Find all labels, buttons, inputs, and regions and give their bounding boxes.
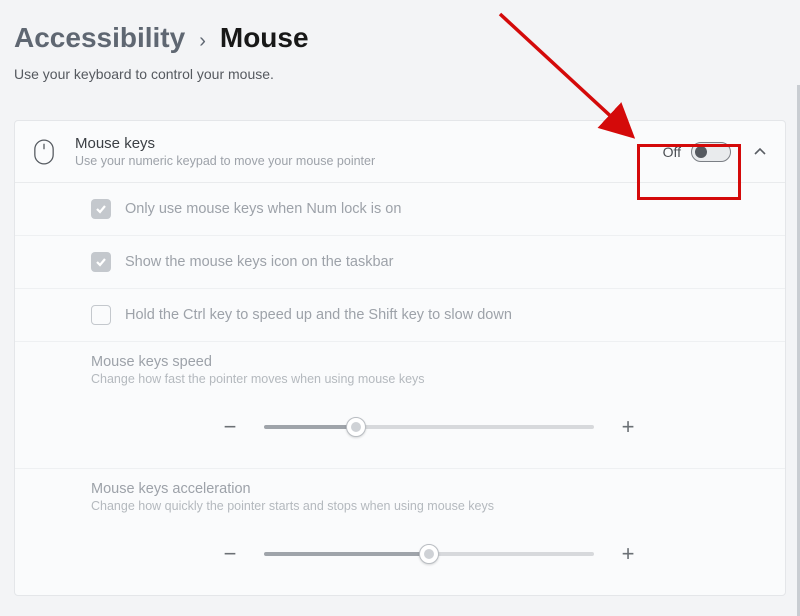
speed-description: Change how fast the pointer moves when u… xyxy=(91,372,767,386)
mouse-keys-title: Mouse keys xyxy=(75,135,663,152)
option-taskbar-label: Show the mouse keys icon on the taskbar xyxy=(125,254,393,270)
breadcrumb-parent[interactable]: Accessibility xyxy=(14,22,185,54)
accel-minus-button[interactable]: − xyxy=(218,541,242,567)
speed-plus-button[interactable]: + xyxy=(616,414,640,440)
option-ctrlshift-row[interactable]: Hold the Ctrl key to speed up and the Sh… xyxy=(15,289,785,342)
option-ctrlshift-label: Hold the Ctrl key to speed up and the Sh… xyxy=(125,307,512,323)
accel-description: Change how quickly the pointer starts an… xyxy=(91,499,767,513)
option-taskbar-row[interactable]: Show the mouse keys icon on the taskbar xyxy=(15,236,785,289)
chevron-right-icon: › xyxy=(199,30,206,53)
mouse-keys-description: Use your numeric keypad to move your mou… xyxy=(75,154,663,168)
speed-minus-button[interactable]: − xyxy=(218,414,242,440)
check-icon xyxy=(94,202,108,216)
chevron-up-icon[interactable] xyxy=(753,145,767,159)
option-ctrlshift-checkbox[interactable] xyxy=(91,305,111,325)
accel-plus-button[interactable]: + xyxy=(616,541,640,567)
mouse-icon xyxy=(33,138,55,166)
page-subtitle: Use your keyboard to control your mouse. xyxy=(14,66,786,82)
speed-slider-block: Mouse keys speed Change how fast the poi… xyxy=(15,342,785,469)
check-icon xyxy=(94,255,108,269)
breadcrumb: Accessibility › Mouse xyxy=(14,22,786,54)
annotation-highlight-box xyxy=(637,144,741,200)
accel-slider-block: Mouse keys acceleration Change how quick… xyxy=(15,469,785,595)
speed-title: Mouse keys speed xyxy=(91,354,767,370)
option-taskbar-checkbox[interactable] xyxy=(91,252,111,272)
speed-slider[interactable] xyxy=(264,425,594,429)
option-numlock-checkbox[interactable] xyxy=(91,199,111,219)
speed-slider-thumb[interactable] xyxy=(346,417,366,437)
accel-title: Mouse keys acceleration xyxy=(91,481,767,497)
option-numlock-label: Only use mouse keys when Num lock is on xyxy=(125,201,401,217)
accel-slider-thumb[interactable] xyxy=(419,544,439,564)
accel-slider[interactable] xyxy=(264,552,594,556)
breadcrumb-current: Mouse xyxy=(220,22,309,54)
